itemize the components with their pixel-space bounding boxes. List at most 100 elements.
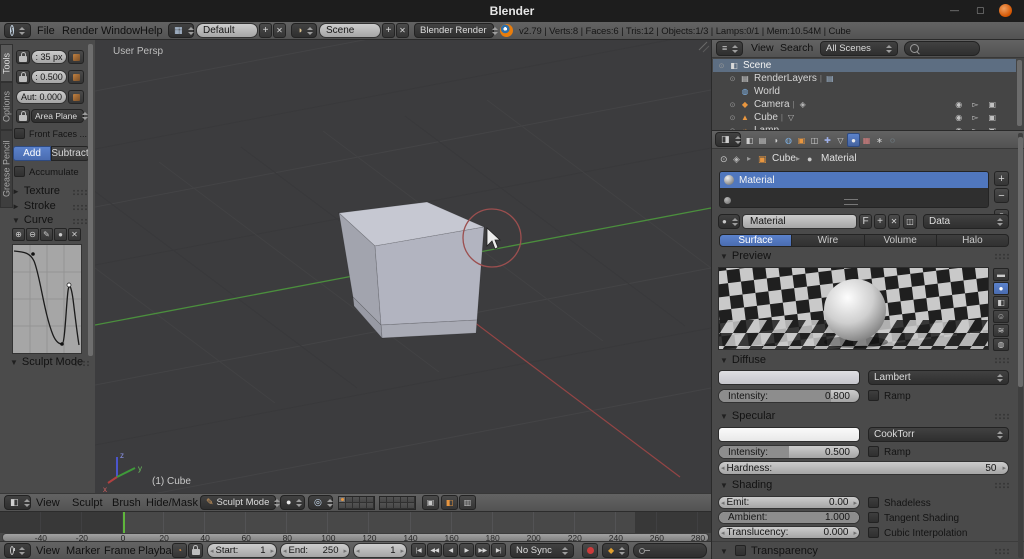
material-type-tab-volume[interactable]: Volume: [864, 234, 937, 247]
editor-type-properties-dropdown[interactable]: ◨: [715, 132, 741, 147]
editor-type-info-dropdown[interactable]: i: [4, 23, 31, 38]
menu-frame[interactable]: Frame: [104, 545, 136, 557]
outliner-search-input[interactable]: [904, 41, 980, 56]
material-name-field[interactable]: Material: [742, 214, 857, 229]
lock-object-modes-button[interactable]: ▣: [422, 495, 439, 510]
delete-scene-button[interactable]: ✕: [396, 23, 409, 38]
brush-curve-widget[interactable]: [12, 244, 82, 354]
curve-delete-icon[interactable]: ✕: [68, 228, 81, 241]
curve-tools-icon[interactable]: ✎: [40, 228, 53, 241]
properties-tab-scene[interactable]: ◑: [769, 133, 782, 147]
curve-panel-header[interactable]: ▼ Curve: [12, 214, 53, 226]
specular-intensity-slider[interactable]: Intensity: 0.500: [718, 445, 860, 459]
new-material-button[interactable]: +: [874, 214, 886, 229]
scene-icon-dropdown[interactable]: ◑: [291, 23, 317, 38]
specular-color-swatch[interactable]: [718, 427, 860, 442]
curve-point[interactable]: [31, 252, 35, 256]
close-button[interactable]: [999, 4, 1012, 17]
properties-tab-physics[interactable]: ◌: [886, 133, 899, 147]
play-reverse-button[interactable]: ◀: [443, 543, 458, 557]
stroke-panel-header[interactable]: ► Stroke: [12, 200, 56, 212]
area-plane-lock-button[interactable]: [16, 109, 30, 123]
keying-set-dropdown[interactable]: ◆: [602, 543, 629, 558]
expander-icon[interactable]: ⊙: [717, 62, 726, 70]
corner-split-widget[interactable]: [702, 45, 710, 53]
material-type-tab-halo[interactable]: Halo: [936, 234, 1009, 247]
strength-lock-button[interactable]: [16, 70, 30, 84]
curve-point-icon[interactable]: ●: [54, 228, 67, 241]
radius-field[interactable]: : 35 px: [31, 50, 67, 64]
menu-search[interactable]: Search: [780, 42, 813, 54]
layer-toggle[interactable]: [353, 503, 360, 509]
active-keying-set-field[interactable]: [633, 543, 707, 558]
menu-file[interactable]: File: [37, 25, 55, 37]
end-frame-field[interactable]: ◂ End: 250 ▸: [280, 543, 350, 558]
radius-pressure-button[interactable]: [68, 50, 84, 64]
menu-hide-mask[interactable]: Hide/Mask: [146, 497, 198, 509]
fake-user-button[interactable]: F: [859, 214, 872, 229]
timeline[interactable]: -40 -20 0 20 40 60 80 100 120 140 160 180 200 220 240 2…: [0, 511, 711, 542]
scrollbar-thumb[interactable]: [1018, 137, 1023, 387]
properties-tab-particles[interactable]: ∗: [873, 133, 886, 147]
lock-time-button[interactable]: [188, 543, 203, 558]
use-nodes-button[interactable]: ◫: [903, 214, 917, 229]
autosmooth-pressure-button[interactable]: [68, 90, 84, 104]
cube-object[interactable]: [338, 201, 486, 340]
play-button[interactable]: ▶: [459, 543, 474, 557]
tangent-shading-checkbox[interactable]: [868, 512, 879, 523]
visibility-eye-icon[interactable]: ◉: [955, 113, 962, 122]
outliner-row-world[interactable]: ◍ World: [713, 85, 1016, 98]
add-screen-layout-button[interactable]: +: [259, 23, 272, 38]
add-button[interactable]: Add: [13, 146, 51, 161]
outliner-row-camera[interactable]: ⊙ ◆ Camera | ◈ ◉ ▻ ▣: [713, 98, 1016, 111]
outliner-filter-dropdown[interactable]: All Scenes: [820, 41, 898, 56]
properties-tab-world[interactable]: ◍: [782, 133, 795, 147]
outliner-row-renderlayers[interactable]: ⊙ ▤ RenderLayers | ▤: [713, 72, 1016, 85]
visibility-eye-icon[interactable]: ◉: [955, 100, 962, 109]
opengl-render-anim-button[interactable]: ▥: [459, 495, 476, 510]
zoom-in-icon[interactable]: ⊕: [12, 228, 25, 241]
tool-shelf-tab-options[interactable]: Options: [0, 82, 13, 130]
panel-grip[interactable]: [994, 253, 1009, 260]
menu-view[interactable]: View: [36, 545, 60, 557]
viewport-3d[interactable]: z y x User Persp (1) Cube: [95, 40, 711, 493]
screen-layout-name-field[interactable]: Default: [196, 23, 258, 38]
render-restrict-icon[interactable]: ▣: [988, 100, 996, 109]
properties-tab-render[interactable]: ◧: [743, 133, 756, 147]
browse-material-dropdown[interactable]: ●: [718, 214, 740, 229]
accumulate-checkbox[interactable]: [14, 166, 25, 177]
expander-icon[interactable]: ⊙: [728, 101, 737, 109]
list-resize-grip[interactable]: [844, 199, 858, 205]
expander-icon[interactable]: ⊙: [728, 114, 737, 122]
radius-lock-button[interactable]: [16, 50, 30, 64]
diffuse-ramp-checkbox[interactable]: [868, 390, 879, 401]
properties-tab-material[interactable]: ●: [847, 133, 860, 147]
transparency-panel-header[interactable]: ▼: [720, 545, 732, 557]
specular-ramp-checkbox[interactable]: [868, 446, 879, 457]
jump-to-end-button[interactable]: ▶|: [491, 543, 506, 557]
preview-cube-button[interactable]: ◧: [993, 296, 1009, 309]
material-type-tab-wire[interactable]: Wire: [792, 234, 865, 247]
jump-to-prev-keyframe-button[interactable]: ◀◀: [427, 543, 442, 557]
minimize-button[interactable]: —: [950, 5, 959, 15]
timeline-track[interactable]: [0, 512, 711, 533]
breadcrumb-object[interactable]: Cube: [772, 153, 796, 164]
maximize-button[interactable]: ▢: [976, 5, 985, 16]
outliner-row-scene[interactable]: ⊙ ◧ Scene: [713, 59, 1016, 72]
tool-shelf-scrollbar[interactable]: [88, 44, 93, 356]
panel-grip[interactable]: [72, 189, 87, 196]
translucency-field[interactable]: ◂ Translucency: 0.000 ▸: [718, 526, 860, 539]
jump-to-next-keyframe-button[interactable]: ▶▶: [475, 543, 490, 557]
panel-grip[interactable]: [74, 360, 89, 367]
menu-sculpt[interactable]: Sculpt: [72, 497, 103, 509]
preview-world-button[interactable]: ◍: [993, 338, 1009, 351]
jump-to-start-button[interactable]: |◀: [411, 543, 426, 557]
properties-tab-modifiers[interactable]: ✚: [821, 133, 834, 147]
material-slot-item[interactable]: Material: [720, 172, 988, 188]
material-link-dropdown[interactable]: Data: [923, 214, 1009, 229]
opengl-render-image-button[interactable]: ◧: [441, 495, 458, 510]
layer-toggle[interactable]: [401, 503, 408, 509]
layer-toggle[interactable]: [360, 503, 367, 509]
viewport-shading-dropdown[interactable]: ●: [280, 495, 305, 510]
shadeless-checkbox[interactable]: [868, 497, 879, 508]
